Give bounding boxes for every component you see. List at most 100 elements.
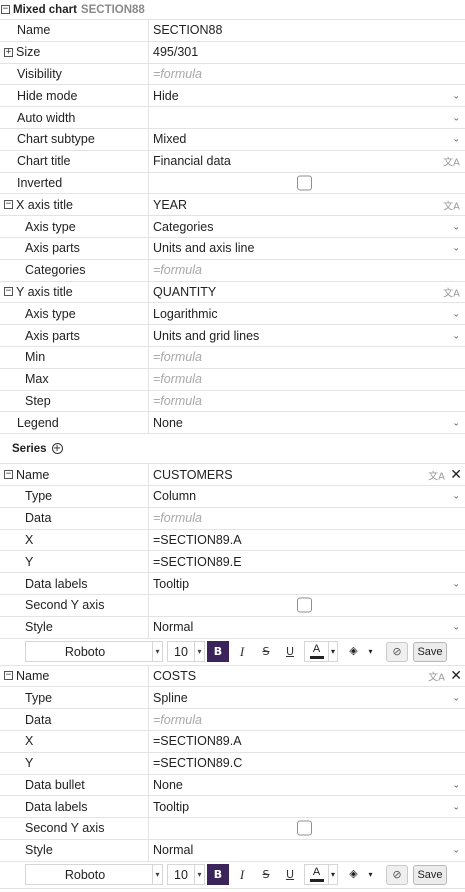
font-size-select[interactable]: 10 ▾ (167, 864, 205, 886)
dropdown-arrow-icon[interactable]: ▾ (366, 641, 375, 662)
series-data-labels-select[interactable]: Tooltip ⌄ (149, 573, 465, 594)
series-style-select[interactable]: Normal ⌄ (149, 617, 465, 638)
chart-subtype-select[interactable]: Mixed ⌄ (149, 129, 465, 150)
y-step-field[interactable]: =formula (149, 391, 465, 412)
font-family-select[interactable]: Roboto ▾ (25, 864, 163, 886)
chart-title-field[interactable]: Financial data 文A (149, 151, 465, 172)
collapse-icon[interactable]: − (1, 5, 10, 14)
chevron-down-icon[interactable]: ⌄ (452, 243, 460, 254)
fill-color-button[interactable]: ◈ ▾ (341, 864, 375, 885)
chevron-down-icon[interactable]: ⌄ (452, 112, 460, 123)
strikethrough-button[interactable]: S (255, 641, 277, 662)
y-axis-type-select[interactable]: Logarithmic ⌄ (149, 303, 465, 324)
dropdown-arrow-icon[interactable]: ▾ (328, 642, 337, 662)
collapse-icon[interactable]: − (4, 671, 13, 681)
size-field[interactable]: 495/301 (149, 42, 465, 63)
strikethrough-button[interactable]: S (255, 864, 277, 885)
second-y-checkbox[interactable] (297, 820, 312, 836)
series-data-labels-select[interactable]: Tooltip ⌄ (149, 796, 465, 817)
series-x-field[interactable]: =SECTION89.A (149, 731, 465, 752)
chevron-down-icon[interactable]: ⌄ (452, 330, 460, 341)
series-y-field[interactable]: =SECTION89.C (149, 753, 465, 774)
save-button[interactable]: Save (413, 864, 447, 885)
chevron-down-icon[interactable]: ⌄ (452, 622, 460, 633)
collapse-icon[interactable]: − (4, 287, 13, 297)
close-icon[interactable]: ✕ (450, 467, 462, 483)
series-data-field[interactable]: =formula (149, 508, 465, 529)
underline-button[interactable]: U (279, 864, 301, 885)
bold-button[interactable]: B (207, 641, 229, 663)
y-max-field[interactable]: =formula (149, 369, 465, 390)
translate-icon[interactable]: 文A (443, 154, 460, 169)
chevron-down-icon[interactable]: ⌄ (452, 417, 460, 428)
italic-button[interactable]: I (231, 864, 253, 885)
translate-icon[interactable]: 文A (443, 284, 460, 299)
inverted-checkbox[interactable] (297, 175, 312, 191)
dropdown-arrow-icon[interactable]: ▾ (152, 642, 162, 662)
collapse-icon[interactable]: − (4, 470, 13, 480)
clear-format-button[interactable]: ⊘ (386, 864, 408, 885)
series-style-select[interactable]: Normal ⌄ (149, 840, 465, 861)
translate-icon[interactable]: 文A (428, 467, 445, 482)
name-field[interactable]: SECTION88 (149, 20, 465, 41)
chevron-down-icon[interactable]: ⌄ (452, 134, 460, 145)
y-min-field[interactable]: =formula (149, 347, 465, 368)
translate-icon[interactable]: 文A (443, 197, 460, 212)
legend-select[interactable]: None ⌄ (149, 412, 465, 433)
clear-format-button[interactable]: ⊘ (386, 641, 408, 662)
x-axis-title-field[interactable]: YEAR 文A (149, 194, 465, 215)
second-y-checkbox[interactable] (297, 597, 312, 613)
expand-icon[interactable]: + (4, 47, 13, 57)
x-categories-field[interactable]: =formula (149, 260, 465, 281)
dropdown-arrow-icon[interactable]: ▾ (366, 864, 375, 885)
series-title: Series (12, 442, 47, 455)
visibility-field[interactable]: =formula (149, 64, 465, 85)
italic-button[interactable]: I (231, 641, 253, 662)
x-axis-parts-select[interactable]: Units and axis line ⌄ (149, 238, 465, 259)
text-color-button[interactable]: A ▾ (304, 641, 338, 663)
save-button[interactable]: Save (413, 641, 447, 662)
series-y-field[interactable]: =SECTION89.E (149, 551, 465, 572)
x-axis-type-select[interactable]: Categories ⌄ (149, 216, 465, 237)
series-type-select[interactable]: Spline ⌄ (149, 687, 465, 708)
chevron-down-icon[interactable]: ⌄ (452, 308, 460, 319)
prop-label: Style (0, 616, 149, 638)
chevron-down-icon[interactable]: ⌄ (452, 578, 460, 589)
dropdown-arrow-icon[interactable]: ▾ (194, 642, 204, 662)
dropdown-arrow-icon[interactable]: ▾ (194, 865, 204, 885)
prop-label: Axis parts (0, 325, 149, 346)
add-series-icon[interactable]: + (51, 443, 63, 455)
chevron-down-icon[interactable]: ⌄ (452, 845, 460, 856)
font-size-select[interactable]: 10 ▾ (167, 641, 205, 663)
series-data-bullet-select[interactable]: None ⌄ (149, 775, 465, 796)
series-name-row: − Name CUSTOMERS 文A ✕ (0, 464, 465, 486)
chevron-down-icon[interactable]: ⌄ (452, 491, 460, 502)
series-x-field[interactable]: =SECTION89.A (149, 530, 465, 551)
underline-button[interactable]: U (279, 641, 301, 662)
y-axis-title-field[interactable]: QUANTITY 文A (149, 282, 465, 303)
prop-x-axis-parts: Axis parts Units and axis line ⌄ (0, 237, 465, 260)
close-icon[interactable]: ✕ (450, 668, 462, 684)
chevron-down-icon[interactable]: ⌄ (452, 801, 460, 812)
dropdown-arrow-icon[interactable]: ▾ (152, 865, 162, 885)
collapse-icon[interactable]: − (4, 200, 13, 210)
font-family-select[interactable]: Roboto ▾ (25, 641, 163, 663)
y-axis-parts-select[interactable]: Units and grid lines ⌄ (149, 325, 465, 346)
chevron-down-icon[interactable]: ⌄ (452, 779, 460, 790)
chevron-down-icon[interactable]: ⌄ (452, 221, 460, 232)
auto-width-select[interactable]: ⌄ (149, 107, 465, 128)
series-name-field[interactable]: COSTS 文A ✕ (149, 666, 465, 687)
bold-button[interactable]: B (207, 864, 229, 886)
prop-label: Min (0, 346, 149, 368)
translate-icon[interactable]: 文A (428, 668, 445, 683)
hide-mode-select[interactable]: Hide ⌄ (149, 85, 465, 106)
chevron-down-icon[interactable]: ⌄ (452, 90, 460, 101)
series-type-select[interactable]: Column ⌄ (149, 486, 465, 507)
style-toolbar: Roboto ▾ 10 ▾ B I S U A ▾ ◈ ▾ ⊘ Save (0, 862, 465, 889)
dropdown-arrow-icon[interactable]: ▾ (328, 865, 337, 885)
series-name-field[interactable]: CUSTOMERS 文A ✕ (149, 464, 465, 485)
text-color-button[interactable]: A ▾ (304, 864, 338, 886)
series-data-field[interactable]: =formula (149, 709, 465, 730)
fill-color-button[interactable]: ◈ ▾ (341, 641, 375, 662)
chevron-down-icon[interactable]: ⌄ (452, 692, 460, 703)
